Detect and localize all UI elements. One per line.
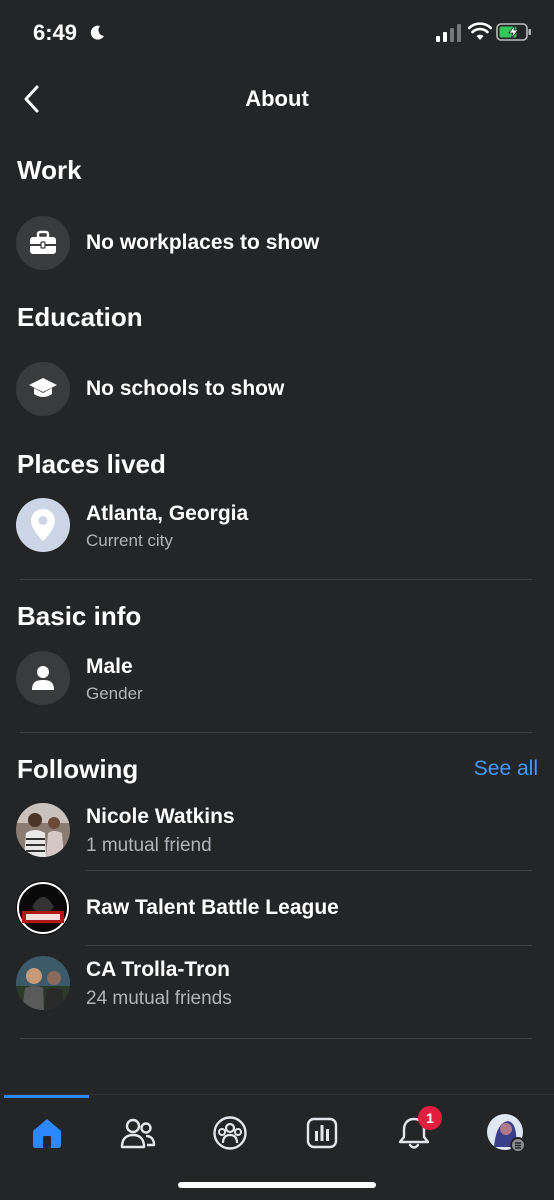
- tab-groups[interactable]: [208, 1111, 252, 1155]
- education-icon-circle: [16, 362, 70, 416]
- header: About: [0, 70, 554, 130]
- divider: [86, 945, 532, 946]
- location-pin-icon: [31, 509, 55, 541]
- profile-avatar-icon: [487, 1114, 526, 1153]
- tab-home[interactable]: [25, 1111, 69, 1155]
- status-bar: 6:49: [0, 0, 554, 64]
- person-icon: [32, 666, 54, 690]
- active-tab-indicator: [4, 1095, 89, 1098]
- work-text: No workplaces to show: [86, 231, 320, 254]
- tab-friends[interactable]: [116, 1111, 160, 1155]
- following-item-nicole-watkins[interactable]: Nicole Watkins 1 mutual friend: [16, 803, 536, 859]
- following-item-raw-talent-battle-league[interactable]: Raw Talent Battle League: [16, 881, 536, 937]
- basic-info-section-title: Basic info: [17, 601, 142, 631]
- battery-charging-icon: [496, 23, 531, 41]
- gender-row: Male Gender: [16, 651, 536, 707]
- following-name: CA Trolla-Tron: [86, 958, 230, 981]
- cellular-signal-icon: [436, 24, 461, 42]
- gender-label: Gender: [86, 684, 143, 703]
- avatar: [16, 881, 70, 935]
- friends-icon: [120, 1118, 156, 1149]
- page-title: About: [245, 86, 309, 111]
- home-indicator: [178, 1182, 376, 1188]
- gender-value: Male: [86, 655, 133, 678]
- avatar: [16, 803, 70, 857]
- following-mutual: 24 mutual friends: [86, 988, 232, 1009]
- tab-profile[interactable]: [484, 1111, 528, 1155]
- notification-badge: 1: [418, 1106, 442, 1130]
- divider: [20, 1038, 532, 1039]
- current-city: Atlanta, Georgia: [86, 502, 249, 525]
- work-icon-circle: [16, 216, 70, 270]
- following-name: Nicole Watkins: [86, 805, 235, 828]
- work-row: No workplaces to show: [16, 216, 536, 272]
- briefcase-icon: [30, 230, 56, 254]
- status-time: 6:49: [33, 20, 78, 45]
- current-city-label: Current city: [86, 531, 173, 550]
- location-icon-circle: [16, 498, 70, 552]
- gender-icon-circle: [16, 651, 70, 705]
- following-name: Raw Talent Battle League: [86, 896, 339, 919]
- following-mutual: 1 mutual friend: [86, 835, 212, 856]
- following-item-ca-trolla-tron[interactable]: CA Trolla-Tron 24 mutual friends: [16, 956, 536, 1012]
- graduation-cap-icon: [29, 378, 57, 397]
- education-row: No schools to show: [16, 362, 536, 418]
- home-icon: [33, 1119, 61, 1148]
- work-section-title: Work: [17, 155, 82, 185]
- divider: [20, 579, 532, 580]
- divider: [86, 870, 532, 871]
- following-section-title: Following: [17, 754, 139, 784]
- places-section-title: Places lived: [17, 449, 166, 479]
- avatar: [16, 956, 70, 1010]
- divider: [20, 732, 532, 733]
- moon-icon: [90, 25, 104, 40]
- groups-icon: [213, 1116, 247, 1150]
- tab-dashboard[interactable]: [300, 1111, 344, 1155]
- wifi-icon: [468, 22, 492, 40]
- current-city-row[interactable]: Atlanta, Georgia Current city: [16, 498, 536, 554]
- education-text: No schools to show: [86, 377, 285, 400]
- see-all-link[interactable]: See all: [474, 757, 538, 781]
- education-section-title: Education: [17, 302, 143, 332]
- dashboard-icon: [306, 1117, 338, 1149]
